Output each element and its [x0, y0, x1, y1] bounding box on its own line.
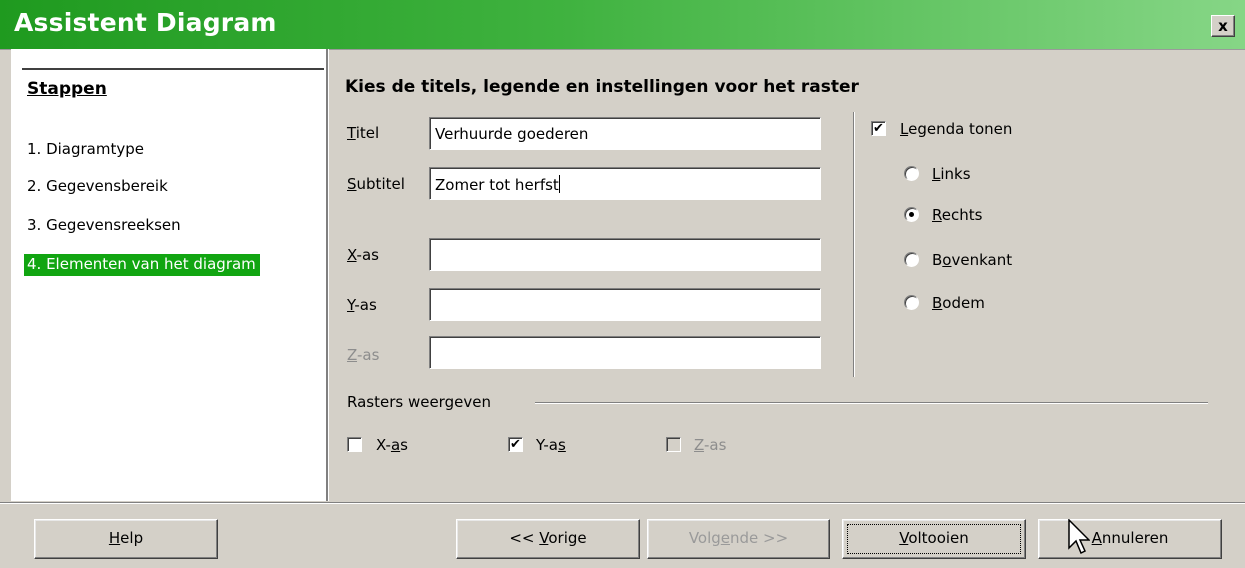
- legend-links-label[interactable]: Links: [932, 165, 971, 183]
- cancel-button[interactable]: Annuleren: [1038, 519, 1222, 559]
- finish-button[interactable]: Voltooien: [842, 519, 1026, 559]
- subtitel-input[interactable]: Zomer tot herfst: [429, 167, 821, 200]
- legend-show-checkbox[interactable]: ✔: [871, 121, 886, 136]
- check-icon: ✔: [873, 121, 884, 136]
- titel-input[interactable]: Verhuurde goederen: [429, 117, 821, 150]
- steps-divider: [22, 68, 324, 70]
- legend-separator: [853, 112, 855, 377]
- step-elementen[interactable]: 4. Elementen van het diagram: [24, 254, 260, 276]
- legend-bovenkant-radio[interactable]: [904, 252, 919, 267]
- grid-group-line: [535, 402, 1208, 404]
- steps-heading: Stappen: [27, 79, 107, 99]
- prev-button[interactable]: << Vorige: [456, 519, 640, 559]
- z-as-input: [429, 336, 821, 369]
- text-caret: [558, 175, 560, 193]
- help-button[interactable]: Help: [34, 519, 218, 559]
- legend-links-radio[interactable]: [904, 166, 919, 181]
- close-icon: x: [1218, 17, 1228, 35]
- grid-x-label[interactable]: X-as: [376, 436, 408, 454]
- step-gegevensbereik[interactable]: 2. Gegevensbereik: [24, 176, 172, 198]
- legend-bodem-label[interactable]: Bodem: [932, 294, 985, 312]
- legend-show-label[interactable]: Legenda tonen: [900, 120, 1012, 138]
- x-as-label: X-as: [347, 246, 379, 264]
- grid-y-label[interactable]: Y-as: [536, 436, 566, 454]
- grid-z-label: Z-as: [694, 436, 727, 454]
- check-icon: ✔: [510, 437, 521, 452]
- step-diagramtype[interactable]: 1. Diagramtype: [24, 139, 148, 161]
- grid-y-checkbox[interactable]: ✔: [508, 437, 523, 452]
- x-as-input[interactable]: [429, 238, 821, 271]
- legend-bovenkant-label[interactable]: Bovenkant: [932, 251, 1012, 269]
- legend-rechts-label[interactable]: Rechts: [932, 206, 982, 224]
- y-as-label: Y-as: [347, 296, 377, 314]
- panel-separator: [326, 49, 329, 501]
- grid-z-checkbox: [666, 437, 681, 452]
- z-as-label: Z-as: [347, 346, 380, 364]
- title-bar: Assistent Diagram x: [0, 0, 1245, 50]
- y-as-input[interactable]: [429, 288, 821, 321]
- close-button[interactable]: x: [1211, 15, 1235, 37]
- titel-label: Titel: [347, 124, 380, 142]
- mouse-cursor-icon: [1068, 519, 1090, 555]
- grid-x-checkbox[interactable]: [347, 437, 362, 452]
- window-title: Assistent Diagram: [14, 8, 277, 37]
- legend-rechts-radio[interactable]: [904, 207, 919, 222]
- step-gegevensreeksen[interactable]: 3. Gegevensreeksen: [24, 215, 185, 237]
- legend-bodem-radio[interactable]: [904, 295, 919, 310]
- grid-group-label: Rasters weergeven: [347, 393, 491, 411]
- subtitel-label: Subtitel: [347, 175, 405, 193]
- radio-selected-dot: [909, 212, 914, 217]
- next-button: Volgende >>: [647, 519, 830, 559]
- footer-divider: [0, 502, 1245, 504]
- page-title: Kies de titels, legende en instellingen …: [345, 77, 859, 97]
